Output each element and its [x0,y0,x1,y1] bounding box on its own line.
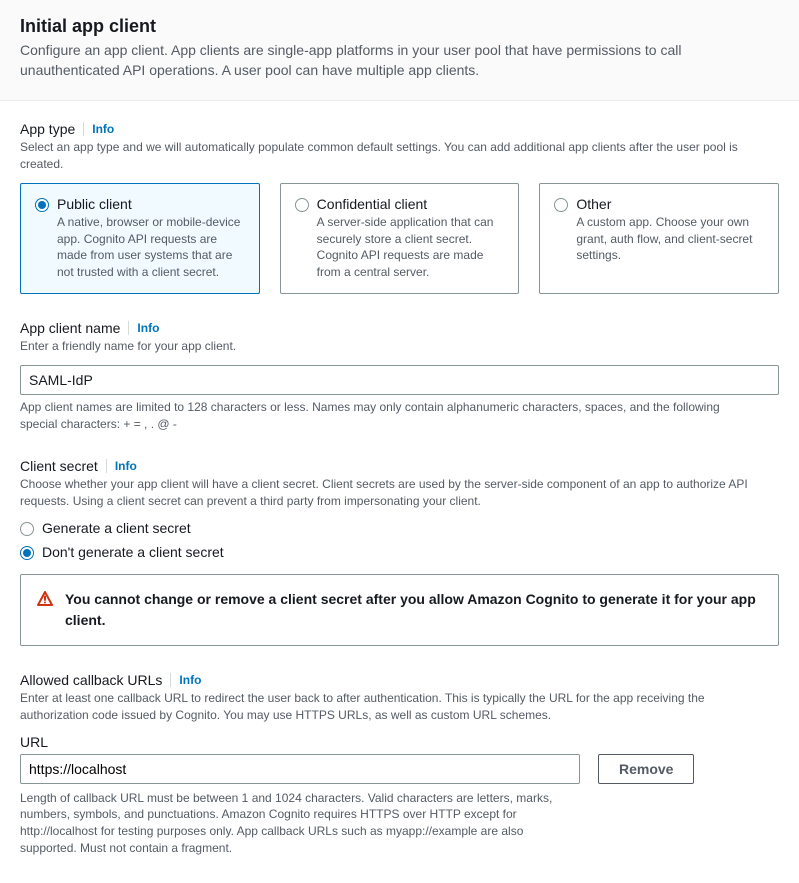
callback-url-input[interactable] [20,754,580,784]
client-secret-option-generate[interactable]: Generate a client secret [20,520,779,536]
app-type-option-public[interactable]: Public client A native, browser or mobil… [20,183,260,294]
section-app-type: App type Info Select an app type and we … [20,121,779,294]
radio-icon [35,198,49,212]
radio-icon [20,522,34,536]
url-field-label: URL [20,734,779,750]
client-secret-description: Choose whether your app client will have… [20,476,760,510]
tile-title: Public client [57,196,245,212]
client-secret-option-dont-generate[interactable]: Don't generate a client secret [20,544,779,560]
client-secret-warning: You cannot change or remove a client sec… [20,574,779,646]
radio-icon [554,198,568,212]
callback-urls-description: Enter at least one callback URL to redir… [20,690,760,724]
app-type-option-other[interactable]: Other A custom app. Choose your own gran… [539,183,779,294]
radio-icon [20,546,34,560]
client-secret-info-link[interactable]: Info [115,459,137,473]
warning-triangle-icon [37,591,53,610]
app-type-option-confidential[interactable]: Confidential client A server-side applic… [280,183,520,294]
divider [128,321,129,335]
callback-urls-info-link[interactable]: Info [179,673,201,687]
divider [83,122,84,136]
app-type-info-link[interactable]: Info [92,122,114,136]
remove-url-button[interactable]: Remove [598,754,694,784]
section-client-secret: Client secret Info Choose whether your a… [20,458,779,646]
section-callback-urls: Allowed callback URLs Info Enter at leas… [20,672,779,857]
app-client-name-helper: App client names are limited to 128 char… [20,399,760,433]
app-client-name-description: Enter a friendly name for your app clien… [20,338,760,355]
tile-title: Confidential client [317,196,505,212]
page-description: Configure an app client. App clients are… [20,41,760,80]
divider [170,673,171,687]
callback-url-helper: Length of callback URL must be between 1… [20,790,580,857]
app-client-name-label: App client name [20,320,120,336]
warning-text: You cannot change or remove a client sec… [65,589,762,631]
radio-icon [295,198,309,212]
radio-label: Generate a client secret [42,520,191,536]
radio-label: Don't generate a client secret [42,544,224,560]
app-client-name-input[interactable] [20,365,779,395]
page-title: Initial app client [20,16,779,37]
app-type-description: Select an app type and we will automatic… [20,139,760,173]
callback-urls-label: Allowed callback URLs [20,672,162,688]
tile-desc: A native, browser or mobile-device app. … [57,214,245,281]
tile-title: Other [576,196,764,212]
tile-desc: A server-side application that can secur… [317,214,505,281]
tile-desc: A custom app. Choose your own grant, aut… [576,214,764,264]
divider [106,459,107,473]
app-type-label: App type [20,121,75,137]
app-client-name-info-link[interactable]: Info [137,321,159,335]
client-secret-label: Client secret [20,458,98,474]
section-app-client-name: App client name Info Enter a friendly na… [20,320,779,432]
